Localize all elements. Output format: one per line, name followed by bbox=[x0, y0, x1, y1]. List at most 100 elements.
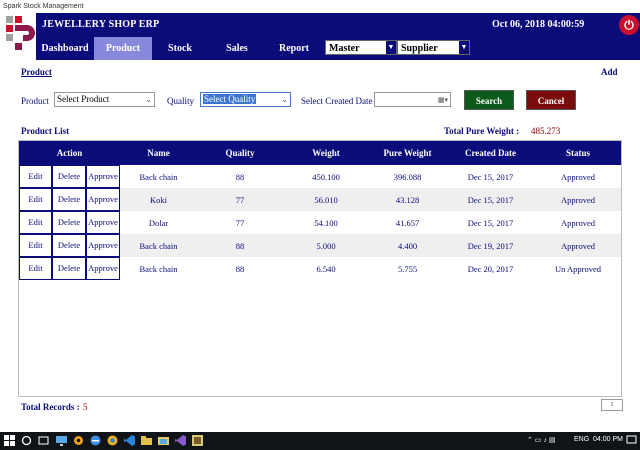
monitor-icon[interactable] bbox=[56, 435, 67, 446]
window-title: Spark Stock Management bbox=[0, 0, 640, 13]
edit-button[interactable]: Edit bbox=[19, 211, 52, 234]
chevron-down-icon: ⌄ bbox=[281, 95, 288, 104]
column-header-action: Action bbox=[56, 148, 83, 158]
master-menu-value: Master bbox=[329, 43, 360, 54]
approve-button[interactable]: Approve bbox=[86, 165, 120, 188]
main-nav: Dashboard Product Stock Sales Report Mas… bbox=[36, 37, 640, 60]
delete-button[interactable]: Delete bbox=[52, 188, 86, 211]
cell-quality: 77 bbox=[235, 218, 245, 228]
cell-created-date: Dec 20, 2017 bbox=[467, 264, 514, 274]
edit-button[interactable]: Edit bbox=[19, 188, 52, 211]
quality-select-value: Select Quality bbox=[203, 94, 257, 104]
cell-status: Approved bbox=[561, 241, 595, 251]
notification-icon[interactable] bbox=[626, 435, 637, 446]
tray-icons[interactable]: ⌃ ▭ ♪ ▤ bbox=[527, 436, 555, 444]
product-filter-label: Product bbox=[21, 96, 49, 106]
quality-select[interactable]: Select Quality ⌄ bbox=[200, 92, 291, 107]
current-datetime: Oct 06, 2018 04:00:59 bbox=[492, 19, 585, 30]
tab-stock[interactable]: Stock bbox=[152, 37, 208, 60]
chrome-icon[interactable] bbox=[107, 435, 118, 446]
cell-name: Back chain bbox=[139, 241, 178, 251]
tab-report[interactable]: Report bbox=[266, 37, 322, 60]
column-header-status: Status bbox=[565, 148, 590, 158]
cell-pure-weight: 396.088 bbox=[393, 172, 422, 182]
app-window-icon[interactable] bbox=[192, 435, 203, 446]
master-menu-select[interactable]: Master ▼ bbox=[325, 40, 397, 55]
approve-button[interactable]: Approve bbox=[86, 188, 120, 211]
clock[interactable]: 04:00 PM bbox=[593, 436, 623, 443]
cell-quality: 77 bbox=[235, 195, 245, 205]
task-view-icon[interactable] bbox=[38, 435, 49, 446]
page-title: Product bbox=[21, 67, 52, 77]
product-select-value: Select Product bbox=[57, 94, 110, 104]
windows-taskbar: ⌃ ▭ ♪ ▤ ENG 04:00 PM bbox=[0, 432, 640, 450]
column-header-created-date: Created Date bbox=[464, 148, 517, 158]
cell-weight: 56.010 bbox=[314, 195, 338, 205]
edit-button[interactable]: Edit bbox=[19, 165, 52, 188]
cell-weight: 5.000 bbox=[316, 241, 336, 251]
column-header-name: Name bbox=[147, 148, 170, 158]
tab-dashboard[interactable]: Dashboard bbox=[36, 37, 94, 60]
file-manager-icon[interactable] bbox=[158, 435, 169, 446]
cell-weight: 6.540 bbox=[316, 264, 336, 274]
app-logo bbox=[4, 13, 36, 62]
created-date-input[interactable]: ▦▾ bbox=[374, 92, 451, 107]
folder-icon[interactable] bbox=[141, 435, 152, 446]
cell-quality: 88 bbox=[235, 241, 245, 251]
total-records-label: Total Records : bbox=[21, 402, 80, 412]
add-product-link[interactable]: Add bbox=[601, 67, 618, 77]
edge-browser-icon[interactable] bbox=[90, 435, 101, 446]
cell-pure-weight: 4.400 bbox=[397, 241, 418, 251]
approve-button[interactable]: Approve bbox=[86, 257, 120, 280]
edit-button[interactable]: Edit bbox=[19, 234, 52, 257]
edit-button[interactable]: Edit bbox=[19, 257, 52, 280]
table-row: Edit Delete Approve Koki 77 56.010 43.12… bbox=[19, 188, 621, 211]
gear-icon[interactable] bbox=[73, 435, 84, 446]
product-table: Action Name Quality Weight Pure Weight C… bbox=[18, 140, 622, 397]
cell-weight: 54.100 bbox=[314, 218, 338, 228]
cancel-button[interactable]: Cancel bbox=[526, 90, 576, 110]
cell-quality: 88 bbox=[235, 264, 245, 274]
total-pure-weight-value: 485.273 bbox=[531, 126, 561, 136]
column-header-quality: Quality bbox=[225, 148, 255, 158]
chevron-down-icon: ▼ bbox=[459, 41, 469, 54]
delete-button[interactable]: Delete bbox=[52, 211, 86, 234]
column-header-pure-weight: Pure Weight bbox=[383, 148, 432, 158]
vscode-icon[interactable] bbox=[124, 435, 135, 446]
delete-button[interactable]: Delete bbox=[52, 165, 86, 188]
cell-pure-weight: 41.657 bbox=[395, 218, 420, 228]
approve-button[interactable]: Approve bbox=[86, 234, 120, 257]
cell-name: Dolar bbox=[148, 218, 169, 228]
page-number-button[interactable]: 1 bbox=[601, 399, 623, 411]
app-name: JEWELLERY SHOP ERP bbox=[42, 19, 160, 30]
app-header: JEWELLERY SHOP ERP Oct 06, 2018 04:00:59… bbox=[36, 13, 640, 37]
search-icon[interactable] bbox=[21, 435, 32, 446]
cell-pure-weight: 5.755 bbox=[397, 264, 418, 274]
product-select[interactable]: Select Product ⌄ bbox=[54, 92, 155, 107]
cell-status: Approved bbox=[561, 172, 595, 182]
delete-button[interactable]: Delete bbox=[52, 234, 86, 257]
total-records-value: 5 bbox=[83, 402, 88, 412]
tab-sales[interactable]: Sales bbox=[208, 37, 266, 60]
language-indicator[interactable]: ENG bbox=[574, 436, 589, 443]
calendar-icon[interactable]: ▦▾ bbox=[438, 94, 448, 107]
total-pure-weight-label: Total Pure Weight : bbox=[444, 126, 520, 136]
search-button[interactable]: Search bbox=[464, 90, 514, 110]
approve-button[interactable]: Approve bbox=[86, 211, 120, 234]
supplier-menu-select[interactable]: Supplier ▼ bbox=[397, 40, 470, 55]
cell-status: Approved bbox=[561, 218, 595, 228]
delete-button[interactable]: Delete bbox=[52, 257, 86, 280]
cell-weight: 450.100 bbox=[312, 172, 340, 182]
cell-quality: 88 bbox=[235, 172, 245, 182]
product-list-title: Product List bbox=[21, 126, 70, 136]
visual-studio-icon[interactable] bbox=[175, 435, 186, 446]
cell-name: Back chain bbox=[139, 172, 178, 182]
cell-name: Back chain bbox=[139, 264, 178, 274]
tab-product[interactable]: Product bbox=[94, 37, 152, 60]
windows-start-icon[interactable] bbox=[4, 435, 15, 446]
cell-created-date: Dec 19, 2017 bbox=[467, 241, 514, 251]
cell-created-date: Dec 15, 2017 bbox=[467, 172, 514, 182]
cell-created-date: Dec 15, 2017 bbox=[467, 218, 514, 228]
cell-name: Koki bbox=[150, 195, 167, 205]
power-icon[interactable]: ⏻ bbox=[619, 15, 639, 35]
